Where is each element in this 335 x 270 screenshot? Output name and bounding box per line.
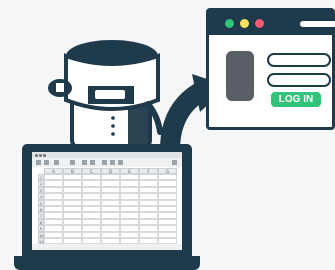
save-icon[interactable] <box>54 160 59 165</box>
password-field[interactable] <box>267 73 331 87</box>
italic-icon[interactable] <box>90 160 95 165</box>
new-file-icon[interactable] <box>36 160 41 165</box>
window-minimize-icon[interactable] <box>240 19 249 28</box>
align-left-icon[interactable] <box>102 160 107 165</box>
window-maximize-icon[interactable] <box>43 154 46 157</box>
window-minimize-icon[interactable] <box>39 154 42 157</box>
browser-titlebar <box>209 11 335 35</box>
window-close-icon[interactable] <box>255 19 264 28</box>
align-right-icon[interactable] <box>118 160 123 165</box>
username-field[interactable] <box>267 53 331 67</box>
avatar <box>226 51 254 101</box>
laptop-screen: A B C D E F G 1 2 3 4 5 6 7 8 9 10 11 <box>32 152 182 250</box>
laptop-base <box>14 256 200 270</box>
spreadsheet-statusbar <box>32 244 182 250</box>
address-bar[interactable] <box>300 21 335 27</box>
font-size-icon[interactable] <box>70 160 75 165</box>
window-close-icon[interactable] <box>35 154 38 157</box>
open-file-icon[interactable] <box>44 160 49 165</box>
bold-icon[interactable] <box>82 160 87 165</box>
login-button[interactable]: LOG IN <box>271 92 321 107</box>
illustration: LOG IN A B C D E F G 1 2 3 4 5 6 7 8 9 10 11 <box>0 0 335 270</box>
spreadsheet-toolbar <box>32 158 182 167</box>
settings-icon[interactable] <box>172 160 177 165</box>
align-center-icon[interactable] <box>110 160 115 165</box>
window-maximize-icon[interactable] <box>225 19 234 28</box>
login-window: LOG IN <box>206 8 335 130</box>
spreadsheet-grid: A B C D E F G 1 2 3 4 5 6 7 8 9 10 11 <box>38 168 178 246</box>
